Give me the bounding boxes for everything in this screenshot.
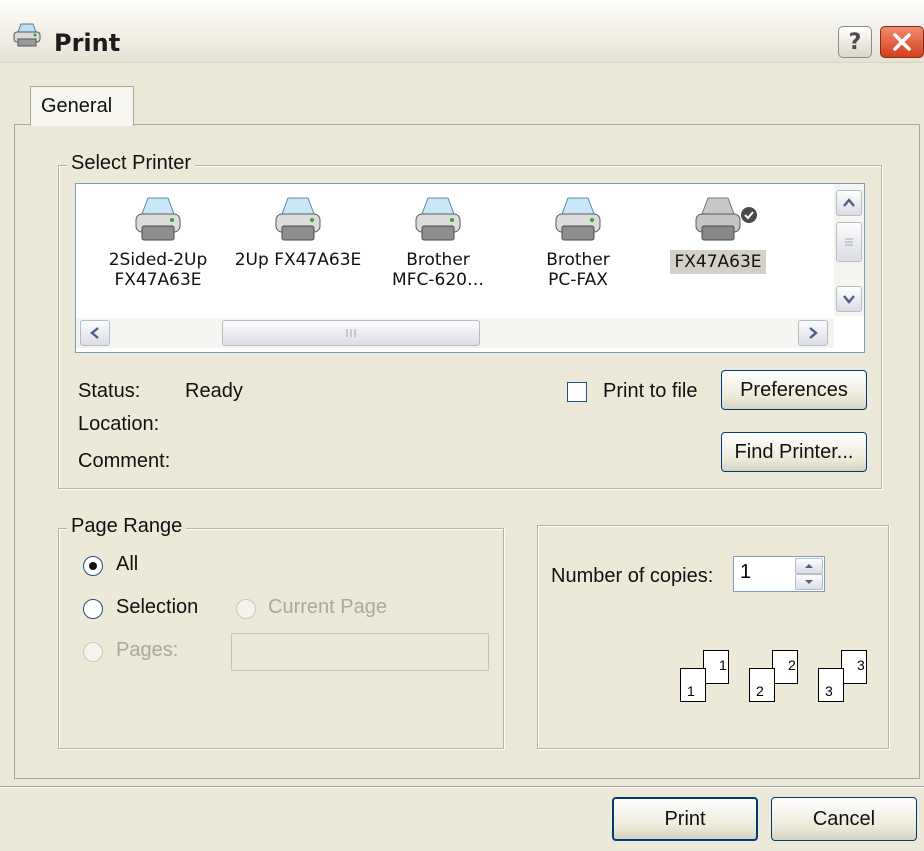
scroll-right-button[interactable] [798, 320, 828, 346]
printer-list-hscroll[interactable] [76, 318, 834, 348]
printer-item[interactable]: 2Up FX47A63E [228, 184, 368, 270]
radio-selection[interactable] [83, 599, 103, 619]
chevron-right-icon [809, 327, 818, 339]
copies-value: 1 [740, 561, 752, 583]
page-front: 3 [818, 668, 844, 702]
printer-icon [415, 197, 461, 241]
status-value: Ready [185, 380, 243, 402]
print-button[interactable]: Print [612, 797, 758, 841]
arrow-down-icon [805, 580, 813, 584]
print-to-file-label[interactable]: Print to file [603, 380, 697, 403]
radio-all-label[interactable]: All [116, 553, 138, 576]
chevron-up-icon [843, 198, 855, 207]
grip-icon [845, 238, 853, 246]
pages-input[interactable] [231, 633, 489, 671]
scroll-left-button[interactable] [80, 320, 110, 346]
print-to-file-checkbox[interactable] [567, 382, 587, 402]
scroll-thumb-horizontal[interactable] [222, 320, 480, 346]
printer-name: FX47A63E [648, 250, 788, 274]
page-back: 2 [772, 650, 798, 684]
window-title: Print [54, 29, 121, 57]
printer-icon [695, 197, 741, 241]
close-button[interactable] [880, 26, 924, 58]
select-printer-legend: Select Printer [67, 152, 196, 175]
printer-item[interactable]: 2Sided-2Up FX47A63E [88, 184, 228, 290]
radio-pages-label[interactable]: Pages: [116, 639, 178, 662]
copies-label: Number of copies: [551, 565, 714, 587]
print-dialog: Print ? General Select Printer 2Sided-2U… [0, 0, 924, 851]
grip-icon [346, 329, 356, 337]
printer-icon [275, 197, 321, 241]
copies-group [537, 525, 889, 749]
printer-item[interactable]: Brother MFC-620… [368, 184, 508, 290]
page-front: 2 [749, 668, 775, 702]
preferences-button[interactable]: Preferences [721, 370, 867, 410]
printer-name: Brother MFC-620… [392, 250, 484, 290]
radio-selection-label[interactable]: Selection [116, 596, 198, 619]
close-icon [893, 33, 911, 51]
radio-current-page[interactable] [236, 599, 256, 619]
scroll-thumb-vertical[interactable] [836, 222, 862, 262]
title-bar[interactable]: Print ? [0, 0, 924, 63]
page-front: 1 [680, 668, 706, 702]
printer-list-vscroll[interactable] [834, 184, 864, 316]
radio-current-page-label[interactable]: Current Page [268, 596, 387, 619]
location-label: Location: [78, 413, 160, 435]
scroll-up-button[interactable] [836, 190, 862, 216]
find-printer-button[interactable]: Find Printer... [721, 432, 867, 472]
printer-name: Brother PC-FAX [546, 250, 610, 290]
default-checkmark-icon [741, 207, 757, 223]
footer-separator [0, 786, 924, 788]
radio-pages[interactable] [83, 642, 103, 662]
spin-down-button[interactable] [795, 574, 823, 590]
printer-name: 2Up FX47A63E [234, 250, 362, 270]
printer-name: 2Sided-2Up FX47A63E [108, 250, 208, 290]
chevron-down-icon [843, 295, 855, 304]
chevron-left-icon [90, 327, 99, 339]
printer-item-selected[interactable]: FX47A63E [648, 184, 788, 274]
spin-up-button[interactable] [795, 558, 823, 574]
comment-label: Comment: [78, 450, 171, 472]
printer-icon [13, 23, 41, 47]
tab-general-label: General [41, 95, 113, 117]
tab-general[interactable]: General [30, 86, 134, 126]
status-label: Status: [78, 380, 141, 402]
help-icon: ? [848, 29, 862, 55]
page-back: 1 [703, 650, 729, 684]
printer-item[interactable]: Brother PC-FAX [508, 184, 648, 290]
copies-spinner[interactable] [795, 558, 823, 590]
page-back: 3 [841, 650, 867, 684]
radio-all[interactable] [83, 556, 103, 576]
cancel-button[interactable]: Cancel [771, 797, 917, 841]
printer-list[interactable]: 2Sided-2Up FX47A63E 2Up FX47A63E Brother M… [75, 183, 865, 353]
arrow-up-icon [805, 564, 813, 568]
help-button[interactable]: ? [838, 26, 872, 58]
printer-icon [135, 197, 181, 241]
printer-icon [555, 197, 601, 241]
page-range-legend: Page Range [67, 515, 187, 538]
scroll-down-button[interactable] [836, 286, 862, 312]
